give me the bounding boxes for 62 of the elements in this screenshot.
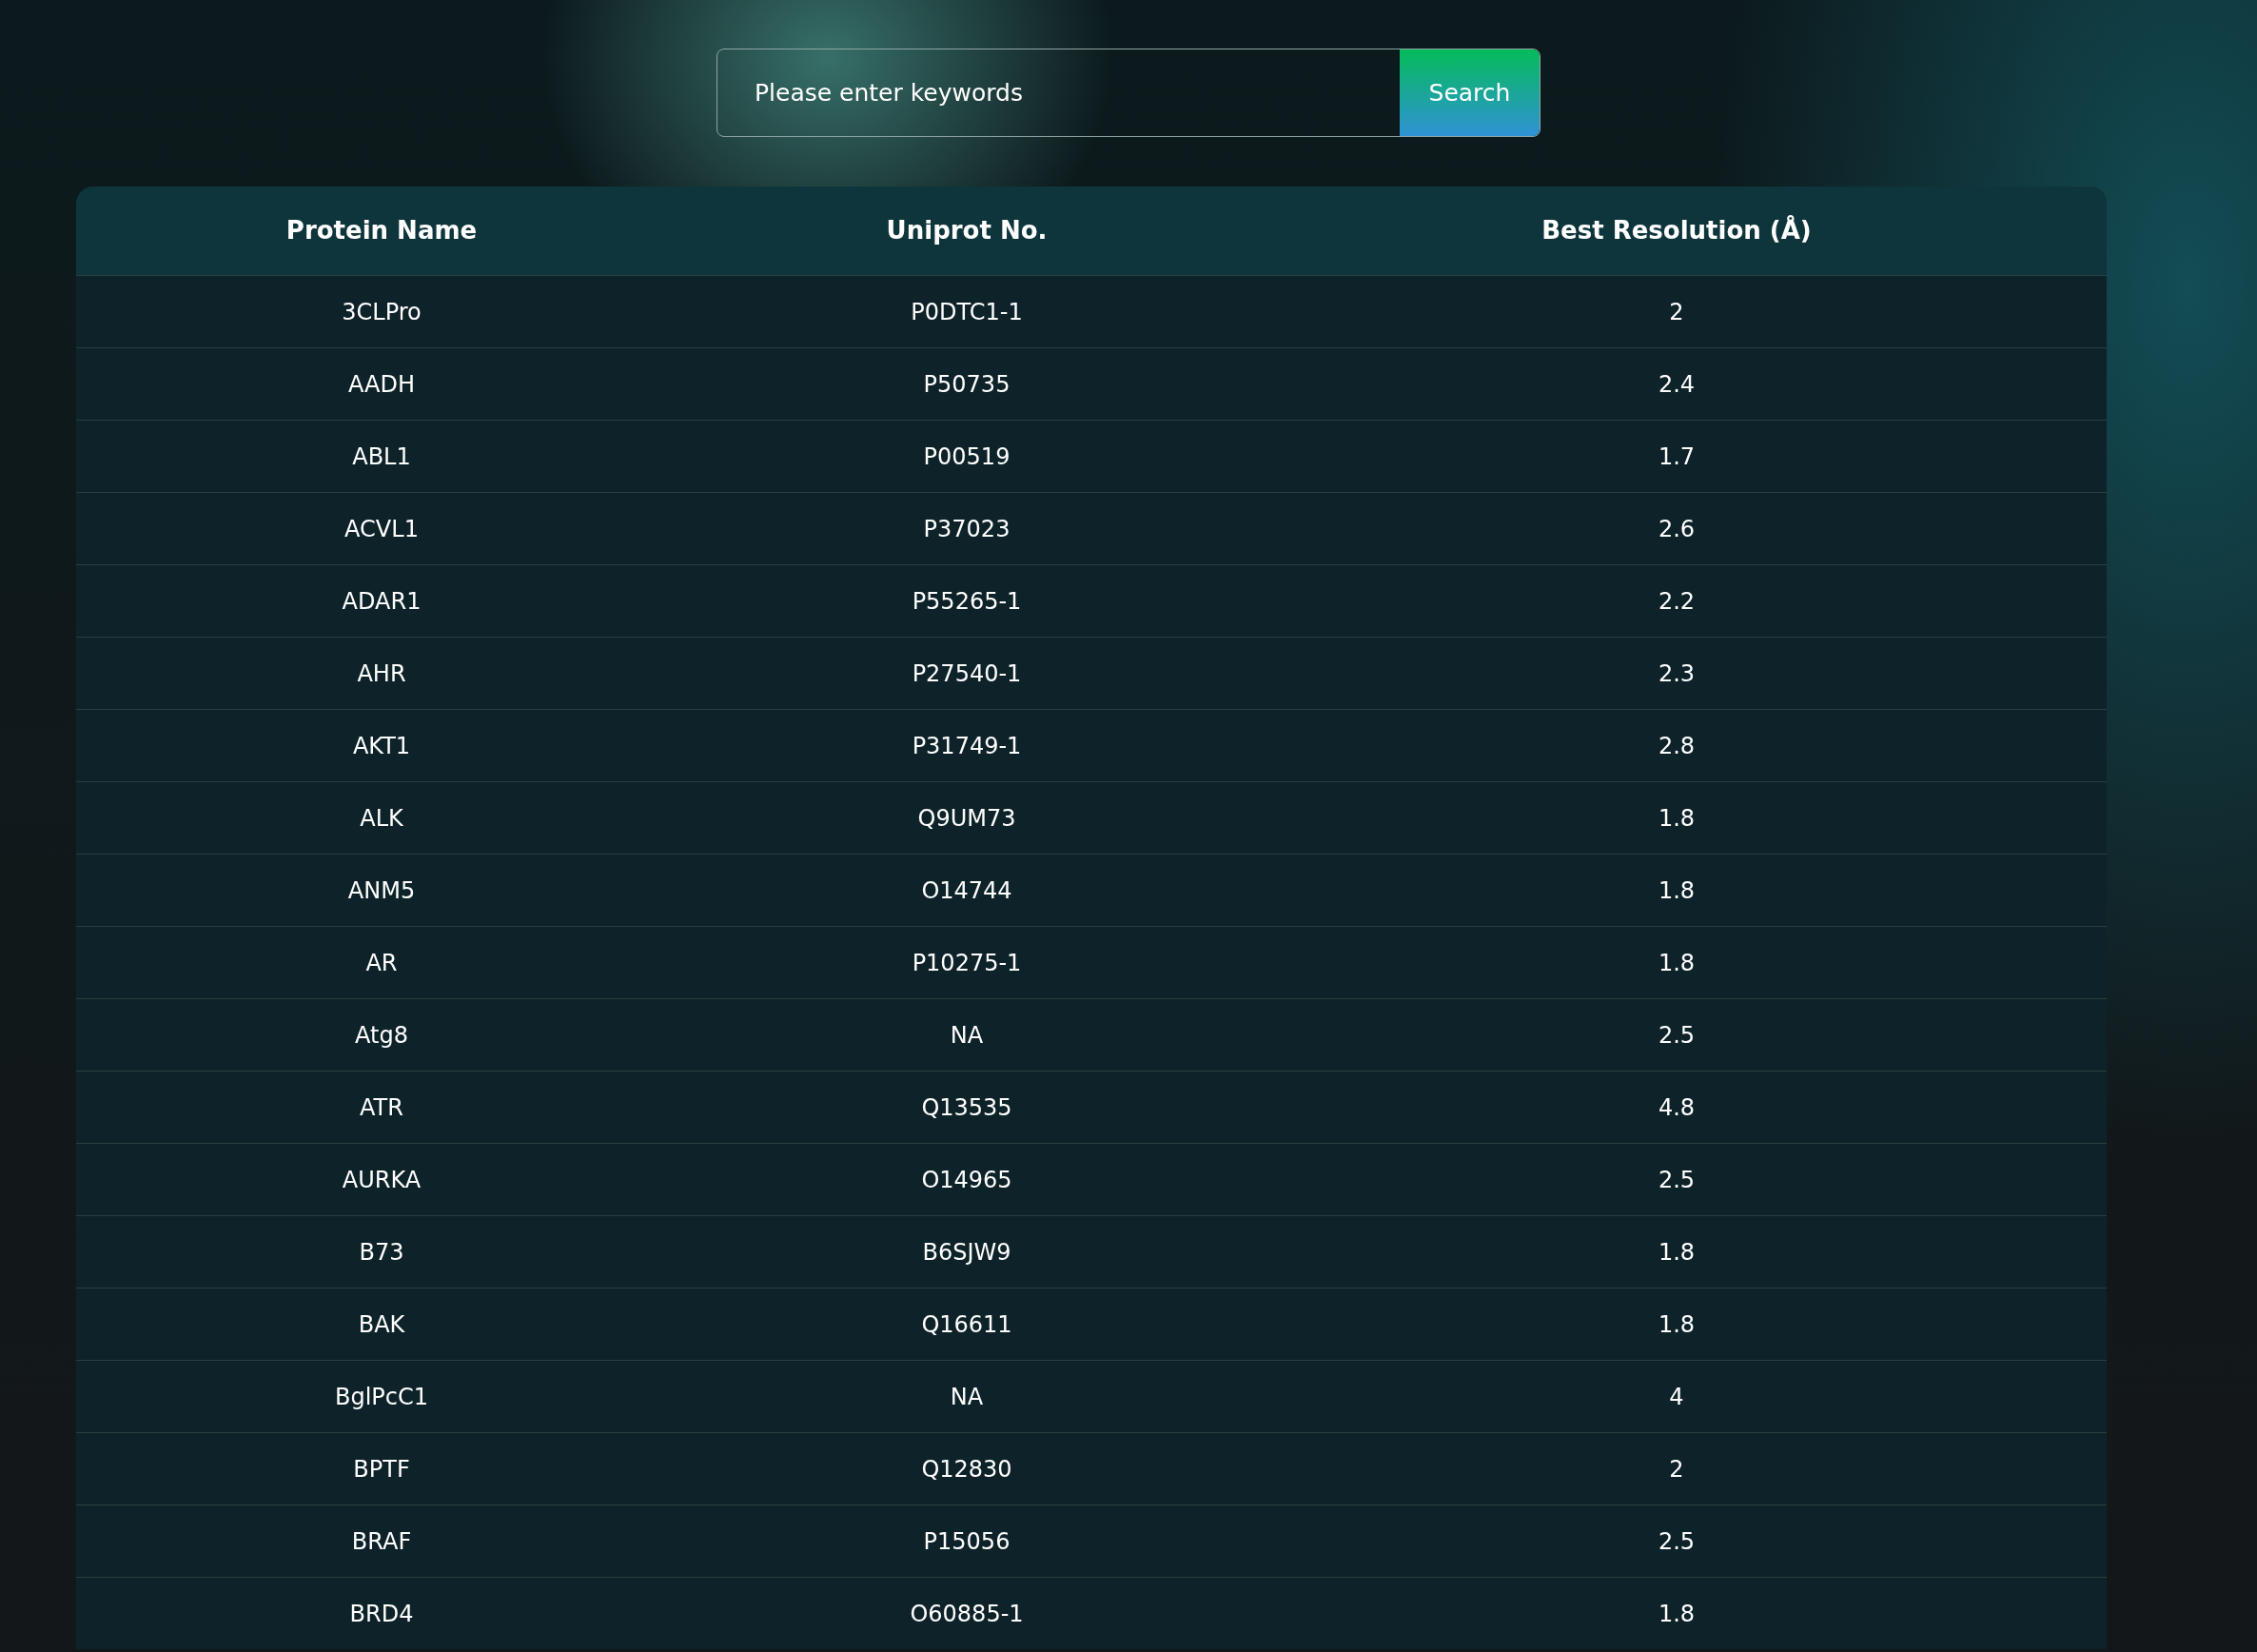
table-cell-text: ATR [360,1092,403,1123]
table-cell-text: Q9UM73 [917,803,1016,834]
table-cell-text: 2.5 [1658,1526,1696,1557]
table-cell-text: P37023 [923,514,1011,544]
table-cell-text: 2.5 [1658,1020,1696,1051]
table-cell-text: ABL1 [352,442,411,472]
table-cell-text: P31749-1 [912,731,1022,761]
table-cell-text: 4 [1669,1382,1684,1412]
table-cell-text: 2 [1669,1454,1684,1485]
table-cell-text: AHR [357,659,406,689]
table-cell-text: 2.5 [1658,1165,1696,1195]
table-cell-text: Atg8 [355,1020,408,1051]
table-cell-text: NA [950,1382,984,1412]
table-cell-text: BglPcC1 [334,1382,429,1412]
table-cell-text: 1.8 [1658,1309,1696,1340]
table-cell-text: ANM5 [347,875,416,906]
table-cell-text: P15056 [923,1526,1011,1557]
table-cell-text: P55265-1 [912,586,1022,617]
table-cell-text: O14744 [921,875,1012,906]
table-cell-text: AKT1 [352,731,411,761]
search-button[interactable]: Search [1400,49,1540,136]
column-header: Uniprot No. [886,215,1048,246]
table-cell-text: ADAR1 [342,586,422,617]
table-cell-text: P27540-1 [912,659,1022,689]
table-cell-text: AR [365,948,398,978]
table-cell-text: 1.8 [1658,1237,1696,1268]
table-cell-text: 1.8 [1658,803,1696,834]
table-cell-text: 2.3 [1658,659,1696,689]
table-cell-text: ACVL1 [344,514,419,544]
column-header: Best Resolution (Å) [1541,214,1812,246]
table-cell-text: 4.8 [1658,1092,1696,1123]
table-cell-text: 1.8 [1658,875,1696,906]
table-cell-text: 1.8 [1658,1599,1696,1629]
table-cell-text: O60885-1 [910,1599,1024,1629]
table-cell-text: O14965 [921,1165,1012,1195]
table-cell-text: BRD4 [349,1599,414,1629]
table-cell-text: P00519 [923,442,1011,472]
table-cell-text: P50735 [923,369,1011,400]
table-cell-text: BRAF [351,1526,412,1557]
table-cell-text: AURKA [342,1165,422,1195]
table-cell-text: NA [950,1020,984,1051]
table-cell-text: 2.6 [1658,514,1696,544]
table-cell-text: P10275-1 [912,948,1022,978]
table-cell-text: ALK [360,803,403,834]
table-cell-text: 2.4 [1658,369,1696,400]
table-cell-text: 1.8 [1658,948,1696,978]
column-header: Protein Name [285,215,478,246]
table-cell-text: BAK [358,1309,405,1340]
table-cell-text: 2.2 [1658,586,1696,617]
table-cell-text: 1.7 [1658,442,1696,472]
table-cell-text: P0DTC1-1 [911,297,1023,327]
table-cell-text: AADH [348,369,415,400]
table-cell-text: Q12830 [921,1454,1012,1485]
table-cell-text: 2.8 [1658,731,1696,761]
table-cell-text: 3CLPro [342,297,422,327]
table-cell-text: BPTF [353,1454,410,1485]
table-cell-text: B73 [359,1237,404,1268]
search-field[interactable]: Please enter keywords Search [716,49,1541,137]
table-cell-text: B6SJW9 [922,1237,1011,1268]
table-cell-text: 2 [1669,297,1684,327]
table-cell-text: Q13535 [921,1092,1012,1123]
table-cell-text: Q16611 [921,1309,1012,1340]
